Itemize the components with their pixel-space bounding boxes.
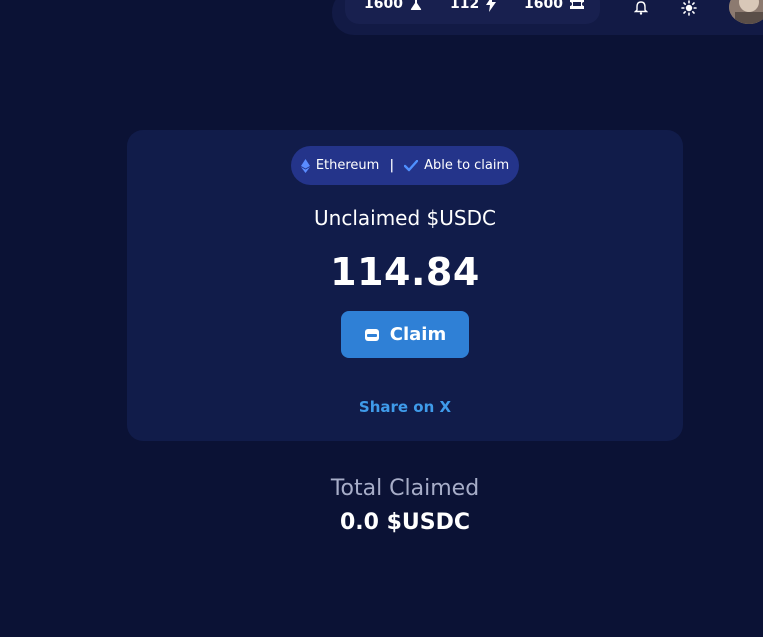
theme-toggle-button[interactable] [681, 0, 697, 16]
stat-energy: 112 [450, 0, 497, 12]
bell-icon [633, 1, 649, 15]
network-name: Ethereum [315, 158, 380, 173]
page: 1600 112 1600 Ethereum | Able to claim U… [0, 0, 763, 637]
sun-icon [681, 0, 697, 16]
ethereum-icon [300, 158, 310, 173]
stat-value: 112 [450, 0, 480, 12]
claim-status: Able to claim [424, 158, 510, 173]
unclaimed-amount: 114.84 [330, 250, 480, 294]
network-status-pill: Ethereum | Able to claim [291, 146, 519, 185]
check-icon [404, 159, 419, 171]
total-claimed-value: 0.0 $USDC [339, 510, 471, 535]
ticket-icon [569, 0, 584, 9]
stat-value: 1600 [364, 0, 403, 12]
wallet-icon [364, 328, 379, 341]
flask-icon [410, 0, 422, 10]
stat-flask: 1600 [364, 0, 423, 12]
notifications-button[interactable] [633, 0, 650, 16]
claim-card: Ethereum | Able to claim Unclaimed $USDC… [127, 130, 683, 441]
stat-tickets: 1600 [524, 0, 585, 12]
stat-value: 1600 [524, 0, 563, 12]
share-on-x-link[interactable]: Share on X [127, 398, 683, 416]
total-claimed-label: Total Claimed [330, 476, 480, 501]
separator: | [389, 158, 395, 173]
lightning-icon [486, 0, 497, 12]
claim-button[interactable]: Claim [341, 311, 469, 358]
card-title: Unclaimed $USDC [314, 206, 496, 230]
claim-button-label: Claim [389, 324, 447, 345]
